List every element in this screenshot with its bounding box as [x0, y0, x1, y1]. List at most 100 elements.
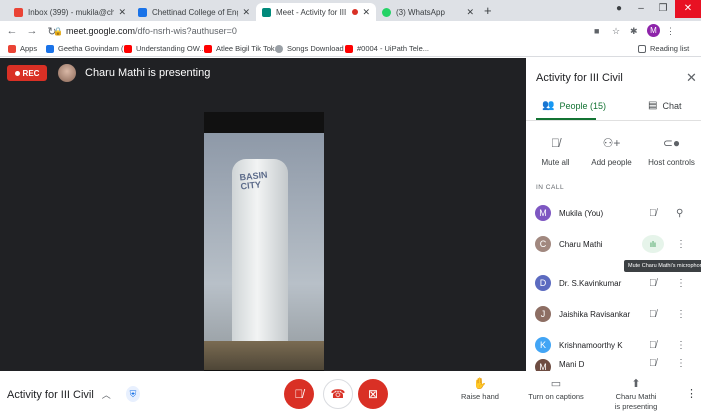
more-options-icon[interactable]: ⋮ — [676, 278, 686, 289]
participant-row[interactable]: J Jaishika Ravisankar 🎙̸ ⋮ — [526, 300, 701, 328]
meeting-details-button[interactable]: Activity for III Civil ︿ — [7, 388, 111, 401]
people-icon: 👥 — [542, 100, 555, 111]
tab-college[interactable]: Chettinad College of Engineering ✕ — [132, 3, 256, 21]
bookmark-item[interactable]: Songs Download — [275, 44, 344, 53]
forward-icon[interactable]: → — [24, 25, 40, 37]
mute-all-label: Mute all — [541, 158, 570, 167]
apps-grid-icon — [8, 44, 16, 53]
camera-icon[interactable]: ■ — [594, 23, 599, 39]
presenting-text: Charu Mathi is presenting — [85, 67, 211, 79]
tab-gmail[interactable]: Inbox (399) - mukila@chettinadt ✕ — [8, 3, 132, 21]
tab-people[interactable]: 👥 People (15) — [542, 100, 606, 111]
tab-title: Inbox (399) - mukila@chettinadt — [28, 7, 115, 17]
back-icon[interactable]: ← — [4, 25, 20, 37]
reading-list[interactable]: Reading list — [638, 44, 689, 53]
meet-icon — [262, 7, 271, 17]
present-now-button[interactable]: ⬆ Charu Mathi is presenting — [608, 379, 664, 412]
mic-off-icon[interactable]: 🎙̸ — [649, 340, 657, 351]
bookmark-label: Apps — [20, 44, 38, 53]
whatsapp-icon — [382, 7, 391, 17]
mic-off-icon[interactable]: 🎙̸ — [649, 278, 657, 289]
water-tower-image: BASIN CITY — [232, 159, 288, 341]
raise-hand-button[interactable]: ✋ Raise hand — [455, 379, 505, 402]
mic-off-icon: 🎙̸ — [294, 387, 304, 401]
close-icon[interactable]: ✕ — [686, 70, 697, 86]
hand-icon: ✋ — [473, 378, 487, 390]
more-options-icon[interactable]: ⋮ — [676, 309, 686, 320]
presenter-label: Charu Mathi is presenting — [58, 64, 210, 82]
youtube-icon — [204, 44, 212, 53]
bookmark-label: Understanding OW... — [136, 44, 206, 53]
youtube-icon — [345, 44, 353, 53]
close-tab-icon[interactable]: ✕ — [466, 7, 474, 18]
avatar: M — [535, 359, 551, 371]
window-close-icon[interactable]: ✕ — [675, 0, 701, 18]
participant-row[interactable]: M Mukila (You) 🎙̸ ⚲ — [526, 199, 701, 227]
participant-row[interactable]: M Mani D 🎙̸ ⋮ — [526, 358, 701, 371]
reading-list-label: Reading list — [650, 44, 690, 53]
more-options-icon[interactable]: ⋮ — [676, 358, 686, 369]
presenting-line-1: Charu Mathi — [615, 392, 657, 401]
bookmark-item[interactable]: #0004 - UiPath Tele... — [345, 44, 429, 53]
camera-off-icon: ⊠ — [367, 387, 379, 401]
camera-toggle-button[interactable]: ⊠ — [358, 379, 388, 409]
divider — [526, 120, 701, 121]
url-host: meet.google.com — [66, 26, 136, 36]
mic-off-icon[interactable]: 🎙̸ — [649, 358, 657, 369]
captions-button[interactable]: ▭ Turn on captions — [526, 379, 586, 402]
hang-up-icon: ☎ — [330, 387, 346, 401]
menu-icon[interactable]: ⋮ — [666, 23, 675, 39]
mute-all-button[interactable]: 🎙̸ Mute all — [528, 136, 583, 167]
add-people-button[interactable]: ⚇+ Add people — [584, 136, 639, 167]
restore-icon[interactable]: ❐ — [650, 0, 676, 18]
bookmark-item[interactable]: Understanding OW... — [124, 44, 206, 53]
participant-row[interactable]: C Charu Mathi ılı ⋮ — [526, 230, 701, 258]
more-options-icon[interactable]: ⋮ — [676, 239, 686, 250]
address-bar-row: ← → ↻ 🔒 meet.google.com/dfo-nsrh-wis?aut… — [0, 21, 701, 41]
bookmark-apps[interactable]: Apps — [8, 44, 37, 53]
new-tab-icon[interactable]: + — [484, 3, 492, 18]
mic-off-icon[interactable]: 🎙̸ — [649, 208, 657, 219]
address-bar[interactable]: meet.google.com/dfo-nsrh-wis?authuser=0 — [66, 21, 237, 41]
bookmark-label: Songs Download — [287, 44, 344, 53]
mic-off-icon[interactable]: 🎙̸ — [649, 309, 657, 320]
tab-chat[interactable]: ▤ Chat — [648, 100, 681, 111]
leave-call-button[interactable]: ☎ — [323, 379, 353, 409]
tab-meet[interactable]: Meet - Activity for III Civil ✕ — [256, 3, 376, 21]
chat-tab-label: Chat — [662, 100, 682, 111]
in-call-heading: IN CALL — [536, 184, 565, 191]
participant-row[interactable]: D Dr. S.Kavinkumar 🎙̸ ⋮ — [526, 269, 701, 297]
pin-icon[interactable]: ⚲ — [676, 208, 683, 219]
microphone-toggle-button[interactable]: 🎙̸ — [284, 379, 314, 409]
close-tab-icon[interactable]: ✕ — [118, 7, 126, 18]
raise-hand-label: Raise hand — [461, 392, 499, 401]
people-tab-label: People (15) — [559, 100, 606, 111]
host-controls-label: Host controls — [648, 158, 695, 167]
bookmarks-bar: Apps Geetha Govindam (... Understanding … — [0, 41, 701, 57]
participant-name: Charu Mathi — [559, 239, 603, 249]
avatar: J — [535, 306, 551, 322]
bookmark-favicon-icon — [46, 44, 54, 53]
bookmark-item[interactable]: Geetha Govindam (... — [46, 44, 130, 53]
profile-avatar[interactable]: M — [647, 24, 660, 37]
tab-whatsapp[interactable]: (3) WhatsApp ✕ — [376, 3, 480, 21]
star-icon[interactable]: ☆ — [612, 23, 620, 39]
bookmark-item[interactable]: Atlee Bigil Tik Tok... — [204, 44, 281, 53]
participant-row[interactable]: K Krishnamoorthy K 🎙̸ ⋮ — [526, 331, 701, 359]
avatar: C — [535, 236, 551, 252]
tower-lettering: BASIN CITY — [239, 169, 268, 192]
speaking-indicator-icon[interactable]: ılı — [642, 235, 664, 253]
extensions-icon[interactable]: ✱ — [630, 23, 638, 39]
close-tab-icon[interactable]: ✕ — [242, 7, 250, 18]
lock-icon[interactable]: 🔒 — [50, 27, 66, 36]
close-tab-icon[interactable]: ✕ — [362, 7, 370, 18]
more-options-icon[interactable]: ⋮ — [686, 387, 697, 400]
chevron-up-icon: ︿ — [101, 390, 111, 400]
more-options-icon[interactable]: ⋮ — [676, 340, 686, 351]
shield-icon[interactable]: ⛨ — [126, 386, 140, 402]
tab-title: Chettinad College of Engineering — [152, 7, 238, 17]
tab-title: Meet - Activity for III Civil — [276, 7, 348, 17]
avatar: D — [535, 275, 551, 291]
avatar: M — [535, 205, 551, 221]
host-controls-button[interactable]: ⊂● Host controls — [644, 136, 699, 167]
